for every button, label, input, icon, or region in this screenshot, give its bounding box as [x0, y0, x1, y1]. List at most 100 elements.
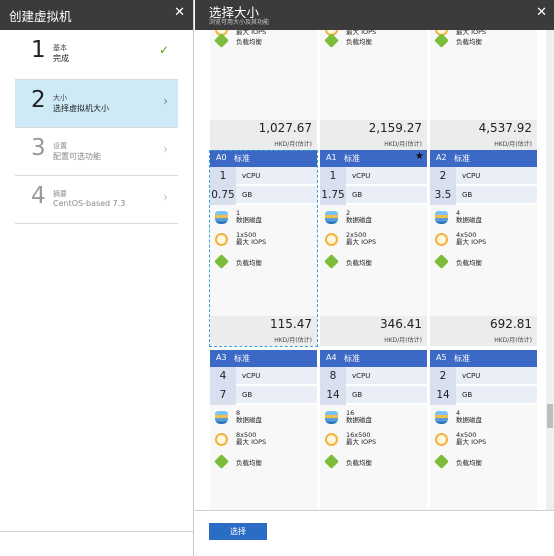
- size-card-a0[interactable]: A0 标准 1 vCPU 0.75 GB 1 数据磁盘 1x500 最大 IOPS 负载均衡 115.…: [210, 150, 317, 346]
- size-card-a3[interactable]: A3 标准 4 vCPU 7 GB 8 数据磁盘 8x500 最大 IOPS 负载均衡: [210, 350, 317, 510]
- scrollbar-thumb[interactable]: [547, 404, 553, 428]
- feature-row: 2 数据磁盘: [320, 208, 427, 230]
- iops-icon: [435, 233, 448, 246]
- iops-icon: [325, 433, 338, 446]
- memory-value: 14: [320, 386, 346, 405]
- feature-row: 负载均衡: [320, 31, 427, 53]
- iops-icon: [215, 233, 228, 246]
- card-header: A0 标准: [210, 150, 317, 167]
- checkmark-icon: ✓: [158, 43, 169, 57]
- data-disk-icon: [435, 411, 448, 424]
- memory-label: GB: [462, 391, 473, 399]
- size-card[interactable]: 4x500最大 IOPS负载均衡1,027.67HKD/月(估计): [210, 30, 317, 150]
- scrollbar[interactable]: [546, 30, 554, 510]
- memory-value: 3.5: [430, 186, 456, 205]
- feature-row: 4 数据磁盘: [430, 208, 537, 230]
- price-value: 4,537.92: [478, 121, 532, 135]
- blade-subtitle: 浏览可用大小及其功能: [209, 19, 270, 26]
- load-balance-icon: [324, 454, 339, 469]
- vcpu-value: 8: [320, 367, 346, 386]
- chevron-right-icon: ›: [163, 190, 168, 204]
- memory-spec: 0.75 GB: [210, 186, 317, 205]
- size-card-a2[interactable]: A2 标准 2 vCPU 3.5 GB 4 数据磁盘 4x500 最大 IOPS 负载均衡 692.8…: [430, 150, 537, 346]
- feature-label: 最大 IOPS: [236, 438, 267, 446]
- feature-row: 16 数据磁盘: [320, 408, 427, 430]
- feature-row: 负载均衡: [320, 452, 427, 474]
- feature-row: 4 数据磁盘: [430, 408, 537, 430]
- feature-label: 最大 IOPS: [346, 238, 377, 246]
- feature-label: 负载均衡: [456, 259, 482, 267]
- vcpu-spec: 1 vCPU: [320, 167, 427, 186]
- tier-label: 标准: [344, 154, 360, 163]
- memory-spec: 14 GB: [430, 386, 537, 405]
- feature-row: 1 数据磁盘: [210, 208, 317, 230]
- star-icon[interactable]: ★: [415, 151, 424, 162]
- feature-row: 8 数据磁盘: [210, 408, 317, 430]
- step-summary[interactable]: 4 摘要 CentOS-based 7.3 ›: [15, 176, 178, 224]
- vcpu-spec: 2 vCPU: [430, 367, 537, 386]
- memory-label: GB: [242, 191, 253, 199]
- feature-row: 负载均衡: [430, 452, 537, 474]
- load-balance-icon: [324, 254, 339, 269]
- close-icon[interactable]: ✕: [174, 5, 185, 20]
- feature-label: 数据磁盘: [236, 416, 262, 424]
- card-price: 2,159.27 HKD/月(估计): [320, 120, 427, 150]
- step-number: 2: [31, 87, 46, 113]
- feature-row: 负载均衡: [210, 252, 317, 274]
- step-subtitle: 配置可选功能: [53, 152, 101, 161]
- vcpu-label: vCPU: [242, 172, 261, 180]
- price-unit: HKD/月(估计): [494, 337, 532, 344]
- card-header: A5 标准: [430, 350, 537, 367]
- load-balance-icon: [434, 454, 449, 469]
- card-price: 115.47 HKD/月(估计): [210, 316, 317, 346]
- price-value: 2,159.27: [368, 121, 422, 135]
- price-value: 115.47: [270, 317, 312, 331]
- tier-label: 标准: [454, 154, 470, 163]
- blade-title: 创建虚拟机: [9, 9, 72, 24]
- size-name: A4: [326, 353, 337, 362]
- create-vm-blade: 创建虚拟机 ✕ 1 基本 完成 ✓ 2 大小 选择虚拟机大小 › 3 设置 配置…: [0, 0, 194, 556]
- vcpu-label: vCPU: [352, 372, 371, 380]
- size-card-a5[interactable]: A5 标准 2 vCPU 14 GB 4 数据磁盘 4x500 最大 IOPS 负载均衡: [430, 350, 537, 510]
- select-button[interactable]: 选择: [209, 523, 267, 540]
- vcpu-value: 2: [430, 167, 456, 186]
- price-unit: HKD/月(估计): [384, 337, 422, 344]
- size-card[interactable]: 8x500最大 IOPS负载均衡2,159.27HKD/月(估计): [320, 30, 427, 150]
- blade-footer: 选择: [195, 510, 554, 556]
- vcpu-label: vCPU: [462, 172, 481, 180]
- feature-label: 数据磁盘: [346, 416, 372, 424]
- memory-value: 1.75: [320, 186, 346, 205]
- vcpu-spec: 2 vCPU: [430, 167, 537, 186]
- memory-spec: 1.75 GB: [320, 186, 427, 205]
- memory-value: 14: [430, 386, 456, 405]
- vcpu-spec: 4 vCPU: [210, 367, 317, 386]
- feature-label: 最大 IOPS: [456, 238, 487, 246]
- blade-header: 选择大小 浏览可用大小及其功能 ✕: [195, 0, 554, 30]
- tier-label: 标准: [344, 354, 360, 363]
- load-balance-icon: [214, 254, 229, 269]
- price-unit: HKD/月(估计): [274, 141, 312, 148]
- vcpu-value: 1: [210, 167, 236, 186]
- feature-label: 负载均衡: [346, 38, 372, 46]
- step-basics[interactable]: 1 基本 完成 ✓: [15, 30, 178, 80]
- memory-label: GB: [352, 391, 363, 399]
- chevron-right-icon: ›: [163, 142, 168, 156]
- size-card-a4[interactable]: A4 标准 8 vCPU 14 GB 16 数据磁盘 16x500 最大 IOPS 负载均衡: [320, 350, 427, 510]
- size-card-a1[interactable]: A1 标准 ★ 1 vCPU 1.75 GB 2 数据磁盘 2x500 最大 IOPS 负载均衡 346…: [320, 150, 427, 346]
- wizard-steps: 1 基本 完成 ✓ 2 大小 选择虚拟机大小 › 3 设置 配置可选功能 › 4…: [0, 30, 193, 224]
- memory-label: GB: [462, 191, 473, 199]
- close-icon[interactable]: ✕: [536, 5, 547, 20]
- size-card[interactable]: 16x500最大 IOPS负载均衡4,537.92HKD/月(估计): [430, 30, 537, 150]
- iops-icon: [215, 433, 228, 446]
- load-balance-icon: [434, 33, 449, 48]
- memory-spec: 3.5 GB: [430, 186, 537, 205]
- step-settings[interactable]: 3 设置 配置可选功能 ›: [15, 128, 178, 176]
- price-value: 692.81: [490, 317, 532, 331]
- step-title: 大小: [53, 94, 67, 102]
- data-disk-icon: [215, 411, 228, 424]
- price-unit: HKD/月(估计): [274, 337, 312, 344]
- blade-header: 创建虚拟机 ✕: [0, 0, 193, 30]
- memory-label: GB: [352, 191, 363, 199]
- step-size[interactable]: 2 大小 选择虚拟机大小 ›: [15, 80, 178, 128]
- vcpu-label: vCPU: [352, 172, 371, 180]
